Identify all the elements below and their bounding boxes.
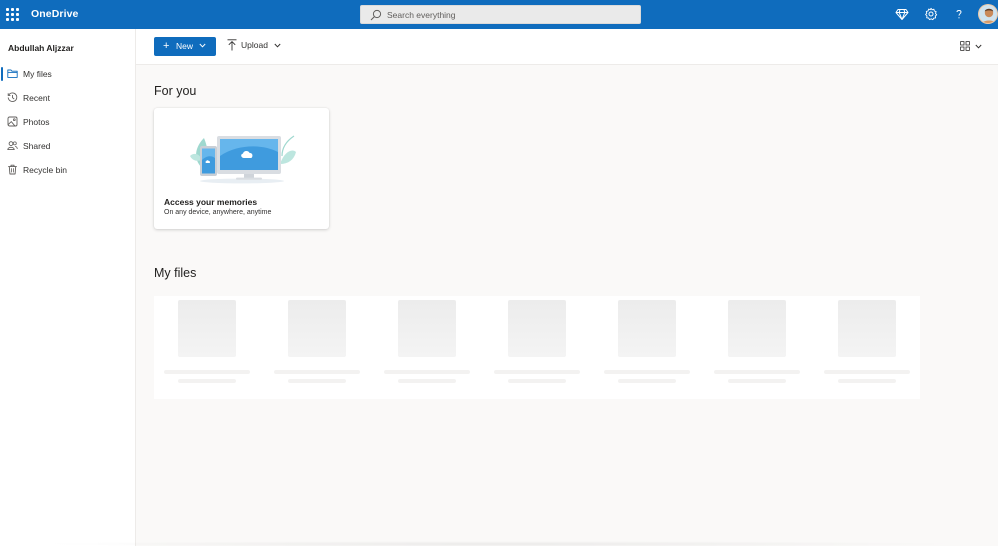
text-placeholder [838, 379, 896, 383]
chevron-down-icon [274, 43, 281, 48]
nav-item-recent[interactable]: Recent [0, 88, 135, 108]
folder-icon [7, 69, 18, 78]
text-placeholder [164, 370, 250, 374]
file-tile-placeholder [704, 296, 814, 399]
view-options-button[interactable] [960, 40, 984, 53]
shared-icon [7, 141, 18, 151]
file-tile-placeholder [594, 296, 704, 399]
photos-icon [7, 116, 18, 127]
search-input[interactable]: Search everything [387, 10, 456, 20]
card-title: Access your memories [164, 197, 258, 207]
help-icon[interactable] [952, 7, 966, 21]
text-placeholder [494, 370, 580, 374]
search-icon [370, 9, 382, 21]
thumbnail-placeholder [398, 300, 456, 357]
file-tile-placeholder [814, 296, 924, 399]
thumbnail-placeholder [288, 300, 346, 357]
file-tile-placeholder [374, 296, 484, 399]
nav-item-recycle-bin[interactable]: Recycle bin [0, 160, 135, 180]
file-grid [154, 296, 920, 399]
text-placeholder [398, 379, 456, 383]
thumbnail-placeholder [838, 300, 896, 357]
search-box[interactable]: Search everything [360, 5, 641, 24]
chevron-down-icon [975, 44, 982, 49]
left-navigation: Abdullah Aljzzar My files Recent Photos [0, 29, 136, 546]
text-placeholder [288, 379, 346, 383]
trash-icon [8, 164, 17, 175]
file-tile-placeholder [264, 296, 374, 399]
new-button[interactable]: + New [154, 37, 216, 56]
card-subtitle: On any device, anywhere, anytime [164, 209, 272, 216]
text-placeholder [508, 379, 566, 383]
file-tile-placeholder [484, 296, 594, 399]
my-files-heading: My files [154, 266, 197, 280]
thumbnail-placeholder [178, 300, 236, 357]
nav-item-label: My files [23, 69, 52, 79]
app-launcher-icon[interactable] [6, 8, 19, 21]
user-photo-icon [979, 5, 997, 23]
file-tile-placeholder [154, 296, 264, 399]
plus-icon: + [163, 40, 170, 52]
recent-icon [7, 92, 18, 102]
thumbnail-placeholder [618, 300, 676, 357]
upload-button-label: Upload [241, 40, 268, 50]
nav-item-shared[interactable]: Shared [0, 136, 135, 156]
diamond-icon[interactable] [895, 7, 909, 21]
text-placeholder [714, 370, 800, 374]
text-placeholder [824, 370, 910, 374]
bottom-shadow [30, 541, 970, 546]
app-title[interactable]: OneDrive [31, 8, 79, 20]
upload-button[interactable]: Upload [227, 39, 287, 53]
command-bar: + New Upload [136, 29, 998, 65]
nav-item-label: Recycle bin [23, 165, 67, 175]
for-you-heading: For you [154, 84, 197, 98]
grid-view-icon [960, 41, 970, 51]
nav-item-label: Recent [23, 93, 50, 103]
new-button-label: New [176, 41, 194, 51]
memories-card[interactable]: Access your memories On any device, anyw… [154, 108, 329, 229]
chevron-down-icon [199, 43, 206, 48]
upload-icon [227, 39, 237, 51]
text-placeholder [178, 379, 236, 383]
nav-item-label: Photos [23, 117, 50, 127]
top-bar: OneDrive Search everything [0, 0, 998, 29]
gear-icon[interactable] [924, 7, 938, 21]
text-placeholder [618, 379, 676, 383]
text-placeholder [274, 370, 360, 374]
thumbnail-placeholder [508, 300, 566, 357]
avatar[interactable] [978, 4, 998, 24]
text-placeholder [604, 370, 690, 374]
user-name: Abdullah Aljzzar [8, 43, 74, 53]
nav-item-photos[interactable]: Photos [0, 112, 135, 132]
devices-illustration-icon [190, 135, 296, 184]
text-placeholder [728, 379, 786, 383]
nav-item-label: Shared [23, 141, 51, 151]
nav-item-my-files[interactable]: My files [0, 64, 135, 84]
text-placeholder [384, 370, 470, 374]
thumbnail-placeholder [728, 300, 786, 357]
